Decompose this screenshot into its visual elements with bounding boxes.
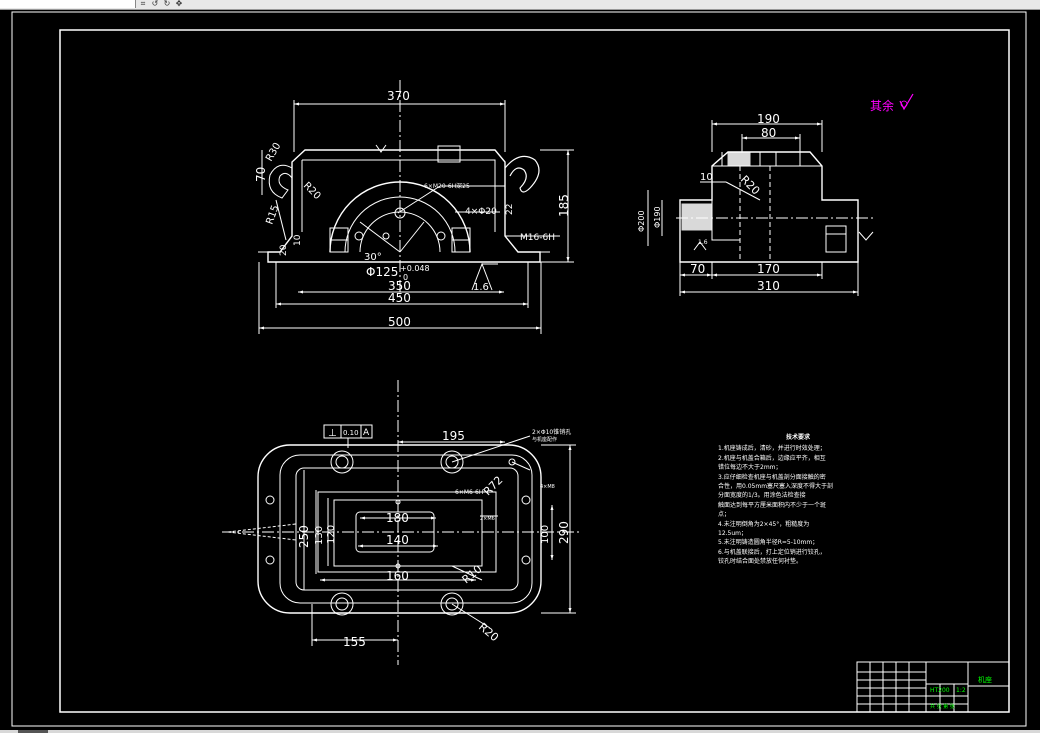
dim-front-holes: 4×Φ20 <box>465 207 497 217</box>
tech-line: 12.5um； <box>718 530 748 538</box>
dim-front-370: 370 <box>387 89 410 103</box>
dim-plan-130: 130 <box>314 526 325 545</box>
dim-plan-140: 140 <box>386 533 409 547</box>
gdt-symbol: ⊥ <box>328 428 337 439</box>
dim-plan-250: 250 <box>297 525 311 548</box>
dim-front-thread-top: 6×M20-6H深25 <box>424 182 470 190</box>
dim-front-500: 500 <box>388 315 411 329</box>
dim-plan-thread: 6×M6-6H <box>455 489 483 496</box>
dim-plan-m8: 4×M8 <box>540 484 555 490</box>
dim-plan-holes-note2: 与机座配作 <box>532 436 557 443</box>
tech-line: 合性，用0.05mm塞尺塞入深度不得大于剖 <box>718 483 834 491</box>
dim-plan-r20: R20 <box>476 620 501 644</box>
side-view-dims: 190 80 10 R20 Φ200 Φ190 1.6 70 170 310 <box>637 112 780 293</box>
dim-side-d190: Φ190 <box>653 206 662 228</box>
dim-plan-180: 180 <box>386 511 409 525</box>
dim-plan-195: 195 <box>442 429 465 443</box>
dim-front-tol-upper: +0.048 <box>400 264 430 273</box>
dim-side-70: 70 <box>690 262 705 276</box>
dim-plan-160: 160 <box>386 569 409 583</box>
dim-front-30deg: 30° <box>364 252 382 263</box>
dim-front-185: 185 <box>557 194 571 217</box>
title-block-sheet: 共 张 第 张 <box>930 703 955 710</box>
surface-note-text: 其余 <box>870 98 894 113</box>
dim-side-80: 80 <box>761 126 776 140</box>
dim-side-170: 170 <box>757 262 780 276</box>
dim-plan-290: 290 <box>557 521 571 544</box>
dim-front-rough: 1.6 <box>473 282 489 293</box>
dim-plan-100: 100 <box>540 525 551 544</box>
dim-plan-120: 120 <box>326 525 337 544</box>
dim-side-r20: R20 <box>738 173 762 197</box>
dim-plan-m6-small: 2×M6 <box>480 516 495 522</box>
sheet-border-inner <box>59 29 1010 713</box>
dim-plan-155: 155 <box>343 635 366 649</box>
tech-line: 4.未注明倒角为2×45°，粗糙度为 <box>718 520 810 528</box>
tech-line: 触面达到每平方厘米面积内不少于一个斑 <box>718 501 827 509</box>
front-view <box>258 80 574 334</box>
tech-line: 3.应仔细检查机座与机盖剖分面接触的密 <box>718 473 826 481</box>
gdt-datum: A <box>363 428 370 438</box>
technical-requirements: 技术要求 1.机座铸成后，清砂，并进行时效处理； 2.机座与机盖合箱后，边缘应平… <box>718 433 878 567</box>
dim-side-rough: 1.6 <box>698 239 708 246</box>
tech-line: 1.机座铸成后，清砂，并进行时效处理； <box>718 445 826 453</box>
tech-line: 5.未注明铸造圆角半径R=5-10mm； <box>718 539 819 547</box>
title-block-text: 机座 HT200 1:2 共 张 第 张 <box>930 675 992 710</box>
tech-line: 错位每边不大于2mm； <box>718 464 782 472</box>
dim-plan-r72: R72 <box>481 474 505 498</box>
dim-front-bore: Φ125 <box>366 265 398 279</box>
title-block-name: 机座 <box>978 675 992 684</box>
dim-plan-holes-note: 2×Φ10锥销孔 <box>532 428 571 436</box>
surface-finish-note: 其余 <box>870 93 914 113</box>
tech-line: 2.机座与机盖合箱后，边缘应平齐，相互 <box>718 454 826 462</box>
tech-line: 点； <box>718 511 731 519</box>
dim-front-r20: R20 <box>301 180 323 202</box>
title-block-material: HT200 <box>930 687 950 694</box>
dim-side-10: 10 <box>700 172 713 183</box>
title-block-scale: 1:2 <box>956 687 966 694</box>
dim-side-d200: Φ200 <box>637 210 646 232</box>
tech-title: 技术要求 <box>785 434 810 441</box>
tech-line: 分面宽度的1/3。用涂色法检查接 <box>718 492 806 500</box>
dim-side-310: 310 <box>757 279 780 293</box>
dim-side-190: 190 <box>757 112 780 126</box>
dim-front-m16: M16-6H <box>520 233 555 243</box>
tech-line: 6.与机盖联接后，打上定位销进行铰孔， <box>718 548 826 556</box>
dim-front-70: 70 <box>254 167 268 182</box>
dim-front-20: 20 <box>279 244 289 256</box>
tech-line: 铰孔时结合面处禁放任何衬垫。 <box>718 558 803 566</box>
dim-front-22: 22 <box>505 204 515 215</box>
dim-front-10: 10 <box>293 234 303 246</box>
gdt-value: 0.10 <box>343 429 359 437</box>
dim-front-450: 450 <box>388 291 411 305</box>
sheet-border-outer <box>11 11 1027 727</box>
dim-front-r30: R30 <box>264 141 283 164</box>
cad-drawing[interactable]: 370 185 70 R30 R20 R15 20 10 6×M20-6H深25… <box>0 0 1040 733</box>
dim-front-r15: R15 <box>264 204 281 226</box>
